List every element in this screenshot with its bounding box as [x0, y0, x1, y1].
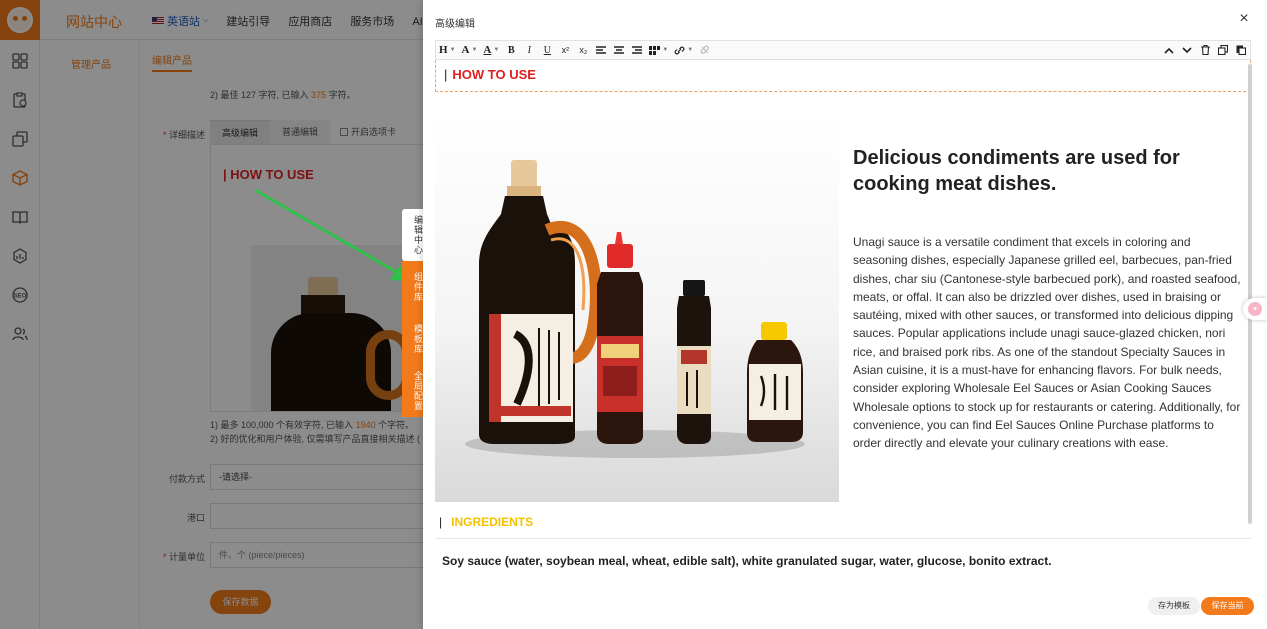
chevron-down-icon: ▼ — [662, 47, 669, 53]
side-tab-components[interactable]: 组件库 — [402, 261, 423, 313]
content-paragraph: Unagi sauce is a versatile condiment tha… — [853, 235, 1241, 451]
section-divider — [435, 538, 1251, 539]
toolbar-right-group — [1160, 41, 1250, 59]
app-root: 网站中心 英语站 ⌵ 建站引导 应用商店 服务市场 AI助手 — [0, 0, 1267, 629]
selected-heading-block[interactable]: | HOW TO USE — [435, 60, 1251, 92]
floating-assistant-button[interactable]: ✦ — [1243, 298, 1267, 320]
align-left-icon[interactable] — [592, 41, 610, 59]
font-color-icon: A — [483, 44, 492, 56]
advanced-editor-drawer: 高级编辑 × H ▼ A ▼ A ▼ B I U x² x₂ ▼ ▼ | HOW… — [423, 0, 1267, 629]
layout-grid-button[interactable]: ▼ — [646, 41, 671, 59]
bold-button[interactable]: B — [502, 41, 520, 59]
font-size-icon: A — [461, 44, 470, 56]
side-tab-global-config[interactable]: 全局配置 — [402, 365, 423, 417]
grid-icon — [649, 45, 661, 55]
paste-icon[interactable] — [1232, 41, 1250, 59]
assistant-icon: ✦ — [1248, 302, 1262, 316]
font-size-button[interactable]: A ▼ — [459, 41, 481, 59]
unlink-icon[interactable] — [696, 41, 714, 59]
modal-overlay[interactable] — [0, 0, 423, 629]
product-photo — [435, 114, 839, 502]
delete-icon[interactable] — [1196, 41, 1214, 59]
subscript-button[interactable]: x₂ — [574, 41, 592, 59]
side-tabs: 编辑中心 组件库 模板库 全局配置 — [402, 209, 423, 417]
heading-button[interactable]: H ▼ — [436, 41, 459, 59]
close-icon[interactable]: × — [1237, 11, 1251, 27]
save-current-button[interactable]: 保存当前 — [1201, 597, 1254, 615]
superscript-button[interactable]: x² — [556, 41, 574, 59]
side-tab-templates[interactable]: 模板库 — [402, 313, 423, 365]
link-button[interactable]: ▼ — [671, 41, 696, 59]
side-tab-edit-center[interactable]: 编辑中心 — [402, 209, 423, 261]
align-right-icon[interactable] — [628, 41, 646, 59]
font-color-button[interactable]: A ▼ — [480, 41, 502, 59]
drawer-scrollbar[interactable] — [1248, 64, 1252, 524]
save-as-template-button[interactable]: 存为模板 — [1148, 597, 1200, 615]
ingredients-heading: | INGREDIENTS — [439, 515, 534, 529]
ingredients-text: Soy sauce (water, soybean meal, wheat, e… — [442, 554, 1052, 568]
heading-bar-icon: | — [444, 67, 448, 82]
move-up-icon[interactable] — [1160, 41, 1178, 59]
underline-button[interactable]: U — [538, 41, 556, 59]
move-down-icon[interactable] — [1178, 41, 1196, 59]
chevron-down-icon: ▼ — [493, 47, 500, 53]
copy-icon[interactable] — [1214, 41, 1232, 59]
heading-bar-icon: | — [439, 515, 443, 529]
how-to-use-heading: | HOW TO USE — [444, 67, 536, 82]
link-icon — [674, 46, 685, 54]
unagi-sauce-bottles-image — [465, 160, 805, 458]
chevron-down-icon: ▼ — [449, 47, 456, 53]
editor-toolbar: H ▼ A ▼ A ▼ B I U x² x₂ ▼ ▼ — [435, 40, 1251, 60]
italic-button[interactable]: I — [520, 41, 538, 59]
chevron-down-icon: ▼ — [687, 47, 694, 53]
drawer-title: 高级编辑 — [435, 19, 475, 30]
content-headline: Delicious condiments are used for cookin… — [853, 147, 1180, 195]
align-center-icon[interactable] — [610, 41, 628, 59]
chevron-down-icon: ▼ — [471, 47, 478, 53]
